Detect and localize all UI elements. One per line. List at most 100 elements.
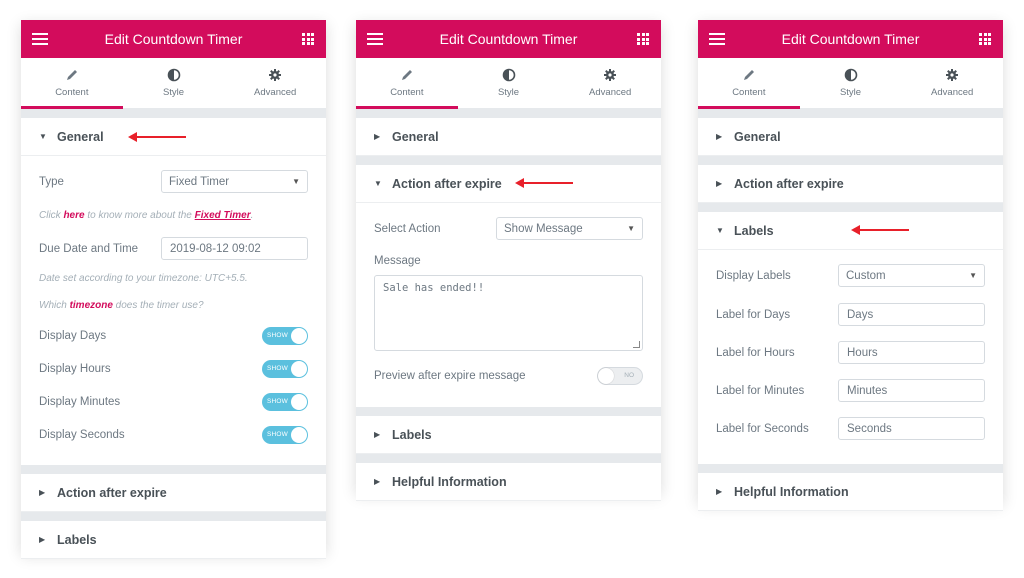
label-field-label: Label for Hours [716, 346, 795, 359]
editor-panel-labels: Edit Countdown Timer Content Style Advan… [698, 20, 1003, 511]
tab-label: Style [497, 87, 520, 98]
label-minutes-input[interactable]: Minutes [838, 379, 985, 402]
grid-icon[interactable] [302, 33, 314, 45]
message-textarea[interactable]: Sale has ended!! [374, 275, 643, 351]
message-value: Sale has ended!! [383, 282, 485, 294]
label-hours-input[interactable]: Hours [838, 341, 985, 364]
which-timezone-note: Which timezone does the timer use? [39, 300, 204, 311]
section-helpful-header[interactable]: ▶ Helpful Information [356, 463, 661, 501]
chevron-down-icon: ▼ [292, 177, 300, 186]
caret-down-icon: ▼ [39, 132, 47, 141]
toggle-knob [291, 361, 307, 377]
section-title: Labels [734, 223, 774, 238]
toggle-label: Display Hours [39, 363, 111, 375]
caret-right-icon: ▶ [374, 477, 381, 486]
red-arrow-icon [851, 225, 909, 235]
note-text: . [250, 210, 254, 221]
note-text: to know more about the [84, 210, 195, 221]
section-action-header[interactable]: ▼ Action after expire [356, 165, 661, 203]
toggle-knob [291, 394, 307, 410]
display-labels-select[interactable]: Custom ▼ [838, 264, 985, 287]
caret-right-icon: ▶ [39, 535, 46, 544]
section-title: Action after expire [57, 485, 167, 500]
red-arrow-icon [128, 132, 186, 142]
section-title: General [392, 129, 439, 144]
type-label: Type [39, 175, 64, 188]
editor-title: Edit Countdown Timer [439, 31, 578, 47]
display-days-toggle[interactable]: SHOW [262, 327, 308, 345]
section-action-body: Select Action Show Message ▼ Message Sal… [356, 203, 661, 407]
resize-handle-icon[interactable] [633, 341, 640, 348]
half-circle-icon [167, 68, 181, 82]
hamburger-menu-icon[interactable] [32, 33, 48, 45]
toggle-state: SHOW [267, 365, 289, 372]
select-action-dropdown[interactable]: Show Message ▼ [496, 217, 643, 240]
editor-tabs: Content Style Advanced [21, 58, 326, 109]
section-title: General [734, 129, 781, 144]
label-field-value: Minutes [847, 384, 888, 397]
section-general-header[interactable]: ▶ General [356, 118, 661, 156]
tab-style[interactable]: Style [458, 58, 560, 108]
section-title: Labels [392, 427, 432, 442]
hamburger-menu-icon[interactable] [367, 33, 383, 45]
section-action-header[interactable]: ▶ Action after expire [698, 165, 1003, 203]
display-seconds-toggle[interactable]: SHOW [262, 426, 308, 444]
toggle-row: Display Seconds SHOW [39, 426, 308, 444]
section-title: Helpful Information [392, 474, 507, 489]
toggle-row: Display Days SHOW [39, 327, 308, 345]
here-link[interactable]: here [63, 210, 84, 221]
label-field-row: Label for Seconds Seconds [716, 417, 985, 440]
label-days-input[interactable]: Days [838, 303, 985, 326]
tab-label: Advanced [254, 87, 297, 98]
editor-title: Edit Countdown Timer [781, 31, 920, 47]
tab-advanced[interactable]: Advanced [224, 58, 326, 108]
label-field-value: Seconds [847, 422, 892, 435]
gear-icon [603, 68, 617, 82]
preview-toggle[interactable]: NO [597, 367, 643, 385]
chevron-down-icon: ▼ [969, 271, 977, 280]
display-hours-toggle[interactable]: SHOW [262, 360, 308, 378]
toggle-knob [291, 328, 307, 344]
pencil-icon [400, 68, 414, 82]
hamburger-menu-icon[interactable] [709, 33, 725, 45]
caret-right-icon: ▶ [716, 179, 723, 188]
section-helpful-header[interactable]: ▶ Helpful Information [698, 473, 1003, 511]
display-minutes-toggle[interactable]: SHOW [262, 393, 308, 411]
tab-style[interactable]: Style [123, 58, 225, 108]
editor-panel-general: Edit Countdown Timer Content Style Advan… [21, 20, 326, 559]
section-labels-header[interactable]: ▶ Labels [21, 521, 326, 559]
timezone-link[interactable]: timezone [70, 300, 113, 311]
label-field-row: Label for Hours Hours [716, 341, 985, 364]
tab-content[interactable]: Content [698, 58, 800, 109]
due-date-input[interactable]: 2019-08-12 09:02 [161, 237, 308, 260]
type-select[interactable]: Fixed Timer ▼ [161, 170, 308, 193]
note-text: Which [39, 300, 70, 311]
fixed-timer-link[interactable]: Fixed Timer [195, 210, 251, 221]
editor-panel-action: Edit Countdown Timer Content Style Advan… [356, 20, 661, 501]
section-labels-body: Display Labels Custom ▼ Label for Days D… [698, 250, 1003, 464]
grid-icon[interactable] [979, 33, 991, 45]
editor-header: Edit Countdown Timer [356, 20, 661, 58]
gear-icon [945, 68, 959, 82]
tab-content[interactable]: Content [356, 58, 458, 109]
select-action-label: Select Action [374, 222, 441, 235]
label-field-row: Label for Days Days [716, 303, 985, 326]
section-labels-header[interactable]: ▶ Labels [356, 416, 661, 454]
tab-advanced[interactable]: Advanced [901, 58, 1003, 108]
tab-content[interactable]: Content [21, 58, 123, 109]
tab-style[interactable]: Style [800, 58, 902, 108]
tab-advanced[interactable]: Advanced [559, 58, 661, 108]
tab-label: Advanced [931, 87, 974, 98]
half-circle-icon [502, 68, 516, 82]
section-general-body: Type Fixed Timer ▼ Click here to know mo… [21, 156, 326, 465]
toggle-label: Display Minutes [39, 396, 121, 408]
caret-down-icon: ▼ [716, 226, 724, 235]
grid-icon[interactable] [637, 33, 649, 45]
section-general-header[interactable]: ▶ General [698, 118, 1003, 156]
tab-label: Advanced [589, 87, 632, 98]
label-field-value: Hours [847, 346, 878, 359]
section-action-header[interactable]: ▶ Action after expire [21, 474, 326, 512]
pencil-icon [65, 68, 79, 82]
label-seconds-input[interactable]: Seconds [838, 417, 985, 440]
label-field-label: Label for Days [716, 308, 791, 321]
